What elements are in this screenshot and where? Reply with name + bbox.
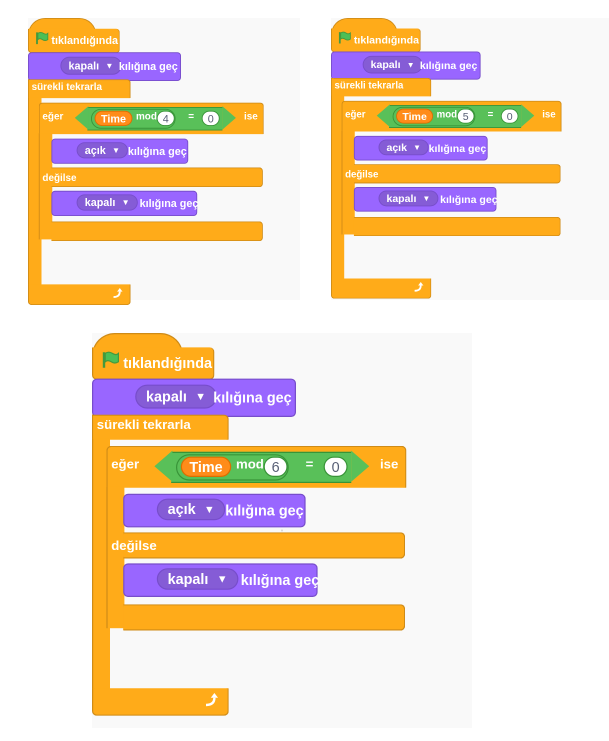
costume-value: kapalı	[370, 58, 401, 71]
switch-costume-label: kılığına geç	[118, 60, 178, 73]
costume-dropdown[interactable]: kapalı ▼	[362, 55, 423, 74]
green-flag-icon	[100, 350, 120, 369]
costume-dropdown[interactable]: açık ▼	[378, 139, 429, 156]
if-else-foot[interactable]	[353, 216, 561, 237]
costume-value: kapalı	[146, 388, 187, 405]
modulus-input[interactable]: 4	[156, 110, 175, 126]
then-label: ise	[542, 109, 556, 121]
dropdown-caret-icon: ▼	[422, 194, 431, 203]
event-label: tıklandığında	[51, 34, 119, 47]
dropdown-caret-icon: ▼	[195, 390, 206, 403]
switch-costume-label: kılığına geç	[213, 389, 292, 407]
modulus-input[interactable]: 6	[263, 456, 288, 477]
event-label: tıklandığında	[123, 354, 213, 372]
green-flag-icon	[337, 30, 351, 44]
equals-left-point	[154, 450, 173, 482]
costume-dropdown[interactable]: açık ▼	[156, 498, 226, 521]
costume-dropdown[interactable]: kapalı ▼	[76, 194, 138, 211]
else-section[interactable]	[51, 167, 263, 188]
mod-label: mod	[436, 109, 458, 121]
switch-costume-label: kılığına geç	[225, 502, 304, 519]
event-label: tıklandığında	[353, 33, 420, 47]
costume-dropdown[interactable]: kapalı ▼	[60, 56, 122, 75]
else-section[interactable]	[353, 164, 561, 184]
else-section[interactable]	[123, 532, 406, 559]
costume-value: açık	[167, 501, 196, 518]
costume-value: açık	[386, 141, 407, 154]
dropdown-caret-icon: ▼	[121, 198, 130, 207]
costume-value: kapalı	[167, 570, 209, 588]
mod-label: mod	[236, 457, 264, 473]
if-arm	[106, 486, 125, 629]
if-else-foot[interactable]	[123, 604, 406, 631]
if-else-foot[interactable]	[51, 221, 263, 242]
costume-value: kapalı	[84, 196, 116, 209]
loop-arrow-icon	[111, 287, 124, 300]
switch-costume-label: kılığına geç	[240, 571, 320, 589]
equals-right-point	[521, 104, 535, 128]
costume-dropdown[interactable]: açık ▼	[76, 142, 129, 159]
time-reporter[interactable]: Time	[396, 108, 434, 124]
else-label: değilse	[111, 539, 157, 554]
switch-costume-label: kılığına geç	[127, 144, 187, 158]
equals-sign: =	[305, 457, 314, 473]
then-label: ise	[244, 111, 258, 123]
forever-label: sürekli tekrarla	[31, 81, 103, 93]
equals-right-point	[351, 450, 370, 482]
if-arm	[341, 130, 355, 235]
costume-value: kapalı	[68, 59, 100, 72]
costume-value: açık	[84, 144, 106, 157]
loop-arrow-icon	[412, 281, 424, 293]
switch-costume-label: kılığına geç	[139, 197, 199, 210]
compare-input[interactable]: 0	[500, 108, 519, 124]
costume-dropdown[interactable]: kapalı ▼	[135, 384, 217, 409]
switch-costume-label: kılığına geç	[419, 59, 478, 72]
time-reporter[interactable]: Time	[180, 456, 232, 477]
compare-input[interactable]: 0	[201, 110, 220, 126]
script-panel-2: tıklandığında kapalı ▼ kılığına geç süre…	[331, 18, 609, 300]
dropdown-caret-icon: ▼	[413, 142, 422, 152]
else-label: değilse	[345, 169, 379, 180]
if-label: eğer	[42, 111, 64, 123]
costume-dropdown[interactable]: kapalı ▼	[156, 568, 239, 590]
forever-label: sürekli tekrarla	[334, 80, 404, 92]
costume-value: kapalı	[386, 192, 417, 205]
else-label: değilse	[42, 172, 77, 184]
time-reporter[interactable]: Time	[94, 110, 133, 126]
if-label: eğer	[111, 457, 140, 473]
if-arm	[38, 133, 53, 240]
modulus-input[interactable]: 5	[456, 108, 475, 124]
costume-dropdown[interactable]: kapalı ▼	[378, 190, 439, 207]
equals-sign: =	[487, 109, 494, 121]
compare-input[interactable]: 0	[323, 456, 348, 477]
dropdown-caret-icon: ▼	[406, 60, 415, 70]
equals-left-point	[74, 106, 89, 130]
then-label: ise	[380, 457, 399, 473]
forever-label: sürekli tekrarla	[96, 418, 191, 433]
mod-label: mod	[136, 111, 157, 123]
green-flag-icon	[34, 31, 49, 45]
script-panel-1: tıklandığında kapalı ▼ kılığına geç süre…	[28, 18, 300, 306]
dropdown-caret-icon: ▼	[105, 61, 114, 71]
equals-right-point	[222, 106, 236, 130]
if-label: eğer	[345, 109, 366, 121]
equals-left-point	[376, 104, 390, 128]
dropdown-caret-icon: ▼	[204, 503, 215, 516]
switch-costume-label: kılığına geç	[428, 142, 487, 155]
script-panel-3: tıklandığında kapalı ▼ kılığına geç süre…	[92, 333, 472, 728]
switch-costume-label: kılığına geç	[440, 193, 498, 206]
equals-sign: =	[188, 111, 194, 123]
loop-arrow-icon	[202, 692, 219, 709]
dropdown-caret-icon: ▼	[216, 573, 228, 585]
dropdown-caret-icon: ▼	[112, 145, 121, 155]
